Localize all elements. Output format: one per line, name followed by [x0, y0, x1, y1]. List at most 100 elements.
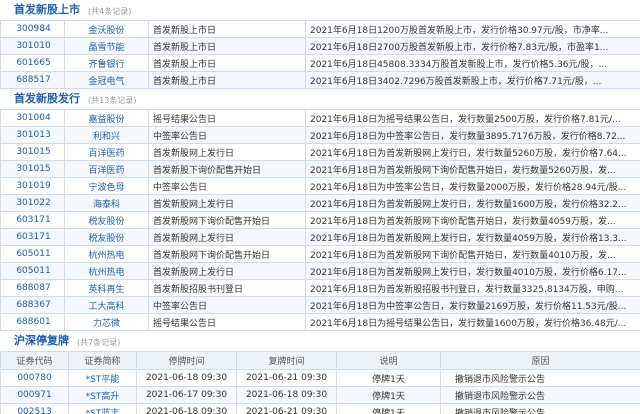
event-description: 2021年6月18日为首发新股网上发行日，发行数量1600万股，发行价格32.2… [305, 194, 640, 212]
stock-code-link[interactable]: 301019 [0, 177, 65, 195]
event-type: 中签率公告日 [148, 126, 306, 144]
event-type: 摇号结果公告日 [148, 109, 306, 127]
stock-name-link[interactable]: 海泰科 [64, 194, 149, 212]
suspension-description: 停牌1天 [336, 386, 441, 404]
table-row: 688367 工大高科 中签率公告日 2021年6月18日为中签率公告日，发行数量21… [0, 296, 640, 314]
stock-name-link[interactable]: *ST蓝丰 [68, 403, 137, 414]
table-row: 301004 嘉益股份 摇号结果公告日 2021年6月18日为摇号结果公告日，发行数量… [0, 109, 640, 127]
stock-code-link[interactable]: 605011 [0, 245, 65, 263]
column-header-code: 证券代码 [0, 351, 69, 370]
event-description: 2021年6月18日3402.7296万股首发新股上市，发行价格7.71元/股，… [305, 71, 640, 89]
suspension-table: 证券代码 证券简称 停牌时间 复牌时间 说明 原因 000780 *ST平能 202… [0, 351, 640, 414]
record-count: (共13条记录) [88, 96, 137, 105]
record-count: (共7条记录) [77, 338, 121, 347]
stock-code-link[interactable]: 301015 [0, 143, 65, 161]
resume-time: 2021-06-18 09:30 [236, 386, 337, 404]
stock-name-link[interactable]: 嘉益股份 [64, 109, 149, 127]
event-description: 2021年6月18日为摇号结果公告日，发行数量1600万股，发行价格36.48元… [305, 313, 640, 331]
event-description: 2021年6月18日为首发新股网下询价配售开始日，发行数量5260万股，发... [305, 160, 640, 178]
stop-time: 2021-06-17 09:30 [136, 386, 237, 404]
stock-code-link[interactable]: 002513 [0, 403, 69, 414]
stock-name-link[interactable]: 利和兴 [64, 126, 149, 144]
event-description: 2021年6月18日为中签率公告日，发行数量3895.7176万股，发行价格8.… [305, 126, 640, 144]
stock-code-link[interactable]: 301004 [0, 109, 65, 127]
stock-name-link[interactable]: 百洋医药 [64, 160, 149, 178]
column-header-resume-time: 复牌时间 [236, 351, 337, 370]
table-row: 605011 杭州热电 首发新股网上发行日 2021年6月18日为首发新股网上发行日，… [0, 262, 640, 280]
table-row: 301022 海泰科 首发新股网上发行日 2021年6月18日为首发新股网上发行日，发… [0, 194, 640, 212]
stock-name-link[interactable]: 金沃股份 [64, 20, 149, 38]
column-header-reason: 原因 [440, 351, 640, 370]
stock-name-link[interactable]: 力芯微 [64, 313, 149, 331]
stock-name-link[interactable]: 杭州热电 [64, 245, 149, 263]
table-row: 301010 晶雪节能 首发新股上市日 2021年6月18日2700万股首发新股上市，… [0, 37, 640, 55]
event-description: 2021年6月18日为摇号结果公告日，发行数量2500万股，发行价格7.81元/… [305, 109, 640, 127]
issuance-table: 301004 嘉益股份 摇号结果公告日 2021年6月18日为摇号结果公告日，发行数量… [0, 109, 640, 331]
table-header-row: 证券代码 证券简称 停牌时间 复牌时间 说明 原因 [0, 351, 640, 370]
table-row: 603171 税友股份 首发新股网下询价配售开始日 2021年6月18日为首发新股网下… [0, 211, 640, 229]
table-row: 301019 宁波色母 中签率公告日 2021年6月18日为中签率公告日，发行数量20… [0, 177, 640, 195]
stock-code-link[interactable]: 688601 [0, 313, 65, 331]
event-description: 2021年6月18日45808.3334万股首发新股上市，发行价格5.36元/股… [305, 54, 640, 72]
table-row: 301015 百洋医药 首发新股下询价配售开始日 2021年6月18日为首发新股网下询… [0, 160, 640, 178]
stock-code-link[interactable]: 301022 [0, 194, 65, 212]
listing-table: 300984 金沃股份 首发新股上市日 2021年6月18日1200万股首发新股上市，… [0, 20, 640, 89]
event-type: 中签率公告日 [148, 296, 306, 314]
stop-time: 2021-06-18 09:30 [136, 403, 237, 414]
event-type: 首发新股网上发行日 [148, 194, 306, 212]
suspension-description: 停牌1天 [336, 403, 441, 414]
stock-name-link[interactable]: 税友股份 [64, 211, 149, 229]
suspension-reason: 撤销退市风险警示公告 [440, 403, 640, 414]
event-type: 首发新股网下询价配售开始日 [148, 245, 306, 263]
section-title: 沪深停复牌 [14, 334, 69, 347]
stock-name-link[interactable]: 金冠电气 [64, 71, 149, 89]
event-description: 2021年6月18日为首发新股网下询价配售开始日，发行数量4010万股，发... [305, 245, 640, 263]
table-row: 002513 *ST蓝丰 2021-06-18 09:30 2021-06-21 09… [0, 403, 640, 414]
stock-code-link[interactable]: 688517 [0, 71, 65, 89]
stock-code-link[interactable]: 301010 [0, 37, 65, 55]
stock-code-link[interactable]: 688087 [0, 279, 65, 297]
section-title: 首发新股发行 [14, 92, 80, 105]
event-description: 2021年6月18日为首发新股网上发行日，发行数量4059万股，发行价格13.3… [305, 228, 640, 246]
event-type: 首发新股网下询价配售开始日 [148, 211, 306, 229]
stock-code-link[interactable]: 601665 [0, 54, 65, 72]
stock-code-link[interactable]: 301013 [0, 126, 65, 144]
event-description: 2021年6月18日为首发新股网上发行日，发行数量4010万股，发行价格6.17… [305, 262, 640, 280]
stock-name-link[interactable]: 晶雪节能 [64, 37, 149, 55]
resume-time: 2021-06-21 09:30 [236, 403, 337, 414]
table-row: 601665 齐鲁银行 首发新股上市日 2021年6月18日45808.3334万股首… [0, 54, 640, 72]
table-row: 688601 力芯微 摇号结果公告日 2021年6月18日为摇号结果公告日，发行数量1… [0, 313, 640, 331]
stock-name-link[interactable]: *ST高升 [68, 386, 137, 404]
suspension-reason: 撤销退市风险警示公告 [440, 386, 640, 404]
stock-name-link[interactable]: 百洋医药 [64, 143, 149, 161]
record-count: (共4条记录) [88, 7, 132, 16]
stock-code-link[interactable]: 300984 [0, 20, 65, 38]
event-description: 2021年6月18日为首发新股网上发行日，发行数量5260万股，发行价格7.64… [305, 143, 640, 161]
event-type: 首发新股上市日 [148, 54, 306, 72]
stock-name-link[interactable]: 税友股份 [64, 228, 149, 246]
event-type: 首发新股网上发行日 [148, 228, 306, 246]
stock-code-link[interactable]: 000971 [0, 386, 69, 404]
stock-name-link[interactable]: 英科再生 [64, 279, 149, 297]
stock-name-link[interactable]: *ST平能 [68, 369, 137, 387]
table-row: 605011 杭州热电 首发新股网下询价配售开始日 2021年6月18日为首发新股网下… [0, 245, 640, 263]
event-type: 首发新股上市日 [148, 71, 306, 89]
table-row: 301015 百洋医药 首发新股网上发行日 2021年6月18日为首发新股网上发行日，… [0, 143, 640, 161]
stock-code-link[interactable]: 688367 [0, 296, 65, 314]
stock-code-link[interactable]: 603171 [0, 211, 65, 229]
resume-time: 2021-06-21 09:30 [236, 369, 337, 387]
table-row: 688087 英科再生 首发新股招股书刊登日 2021年6月18日为首发新股招股书刊登… [0, 279, 640, 297]
stock-name-link[interactable]: 工大高科 [64, 296, 149, 314]
event-type: 首发新股网上发行日 [148, 262, 306, 280]
stock-name-link[interactable]: 杭州热电 [64, 262, 149, 280]
stock-code-link[interactable]: 000780 [0, 369, 69, 387]
stock-code-link[interactable]: 605011 [0, 262, 65, 280]
table-row: 301013 利和兴 中签率公告日 2021年6月18日为中签率公告日，发行数量389… [0, 126, 640, 144]
table-row: 000971 *ST高升 2021-06-17 09:30 2021-06-18 09… [0, 386, 640, 404]
stock-code-link[interactable]: 301015 [0, 160, 65, 178]
stock-name-link[interactable]: 宁波色母 [64, 177, 149, 195]
column-header-stop-time: 停牌时间 [136, 351, 237, 370]
section-header-suspension: 沪深停复牌 (共7条记录) [0, 331, 640, 351]
stock-code-link[interactable]: 603171 [0, 228, 65, 246]
stock-name-link[interactable]: 齐鲁银行 [64, 54, 149, 72]
